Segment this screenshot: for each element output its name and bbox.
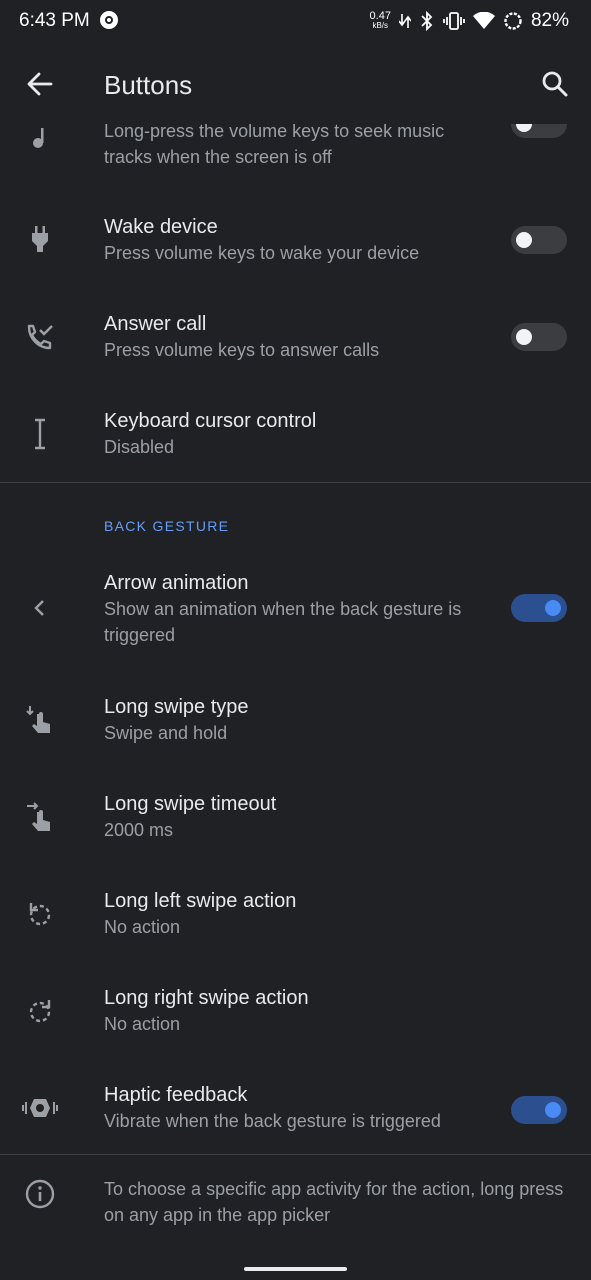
network-speed: 0.47 kB/s <box>370 11 391 31</box>
setting-subtitle: No action <box>104 1014 181 1034</box>
vibrate-icon <box>443 12 465 30</box>
setting-subtitle: Press volume keys to answer calls <box>104 340 380 360</box>
vibration-icon <box>22 1090 58 1126</box>
setting-title: Answer call <box>104 313 207 335</box>
music-note-icon <box>22 124 58 156</box>
search-button[interactable] <box>537 66 573 102</box>
setting-title: Haptic feedback <box>104 1084 248 1106</box>
home-handle[interactable] <box>244 1267 347 1271</box>
setting-subtitle: Vibrate when the back gesture is trigger… <box>104 1111 441 1131</box>
setting-row-haptic-feedback[interactable]: Haptic feedback Vibrate when the back ge… <box>0 1082 591 1142</box>
bluetooth-icon <box>421 11 433 31</box>
answer-call-toggle[interactable] <box>511 323 567 351</box>
text-cursor-icon <box>22 416 58 452</box>
do-not-disturb-icon <box>100 11 118 29</box>
setting-subtitle: Long-press the volume keys to seek music… <box>104 124 445 167</box>
setting-title: Long left swipe action <box>104 890 297 912</box>
battery-percent: 82% <box>530 10 569 31</box>
chevron-left-icon <box>22 590 58 626</box>
footer-divider <box>0 1154 591 1155</box>
data-transfer-icon <box>398 14 411 28</box>
network-speed-unit: kB/s <box>372 21 389 30</box>
wake-device-toggle[interactable] <box>511 226 567 254</box>
setting-row-long-swipe-type[interactable]: Long swipe type Swipe and hold <box>0 694 591 754</box>
setting-subtitle: 2000 ms <box>104 820 174 840</box>
wifi-icon <box>472 12 495 29</box>
settings-list[interactable]: Long-press the volume keys to seek music… <box>0 124 591 1264</box>
app-bar: Buttons <box>0 44 591 124</box>
setting-title: Long swipe type <box>104 696 249 718</box>
phone-answer-icon <box>22 319 58 355</box>
setting-title: Keyboard cursor control <box>104 410 317 432</box>
setting-row-keyboard-cursor[interactable]: Keyboard cursor control Disabled <box>0 408 591 468</box>
setting-row-arrow-animation[interactable]: Arrow animation Show an animation when t… <box>0 570 591 650</box>
setting-row-wake-device[interactable]: Wake device Press volume keys to wake yo… <box>0 214 591 274</box>
setting-row-answer-call[interactable]: Answer call Press volume keys to answer … <box>0 311 591 371</box>
arrow-back-icon <box>27 72 53 96</box>
toggle-knob <box>516 124 532 132</box>
page-title: Buttons <box>104 70 193 100</box>
setting-title: Arrow animation <box>104 572 249 594</box>
status-icons: 0.47 kB/s 82% <box>370 9 569 33</box>
setting-title: Long swipe timeout <box>104 793 277 815</box>
setting-row-long-left-swipe[interactable]: Long left swipe action No action <box>0 888 591 948</box>
footer-info-text: To choose a specific app activity for th… <box>104 1179 564 1225</box>
setting-subtitle: Disabled <box>104 437 175 457</box>
seek-music-toggle[interactable] <box>511 124 567 138</box>
toggle-knob <box>545 1102 561 1118</box>
search-icon <box>542 71 568 97</box>
gesture-nav-bar <box>0 1264 591 1280</box>
rotate-right-icon <box>22 993 58 1029</box>
setting-title: Wake device <box>104 216 218 238</box>
rotate-left-icon <box>22 896 58 932</box>
swipe-timeout-icon <box>22 799 58 835</box>
setting-subtitle: Show an animation when the back gesture … <box>104 599 462 645</box>
battery-saver-icon <box>504 12 522 30</box>
toggle-knob <box>545 600 561 616</box>
haptic-feedback-toggle[interactable] <box>511 1096 567 1124</box>
section-header-back-gesture: BACK GESTURE <box>104 518 230 534</box>
power-plug-icon <box>22 222 58 258</box>
setting-subtitle: Swipe and hold <box>104 723 228 743</box>
toggle-knob <box>516 329 532 345</box>
setting-title: Long right swipe action <box>104 987 309 1009</box>
swipe-hold-icon <box>22 702 58 738</box>
setting-row-seek-music[interactable]: Long-press the volume keys to seek music… <box>0 124 591 178</box>
status-time: 6:43 PM <box>19 10 90 31</box>
status-bar: 6:43 PM 0.47 kB/s 82% <box>0 0 591 44</box>
back-button[interactable] <box>20 64 60 104</box>
toggle-knob <box>516 232 532 248</box>
setting-subtitle: No action <box>104 917 181 937</box>
info-icon <box>22 1176 58 1212</box>
setting-row-long-swipe-timeout[interactable]: Long swipe timeout 2000 ms <box>0 791 591 851</box>
arrow-animation-toggle[interactable] <box>511 594 567 622</box>
section-divider <box>0 482 591 483</box>
setting-row-long-right-swipe[interactable]: Long right swipe action No action <box>0 985 591 1045</box>
setting-subtitle: Press volume keys to wake your device <box>104 243 420 263</box>
